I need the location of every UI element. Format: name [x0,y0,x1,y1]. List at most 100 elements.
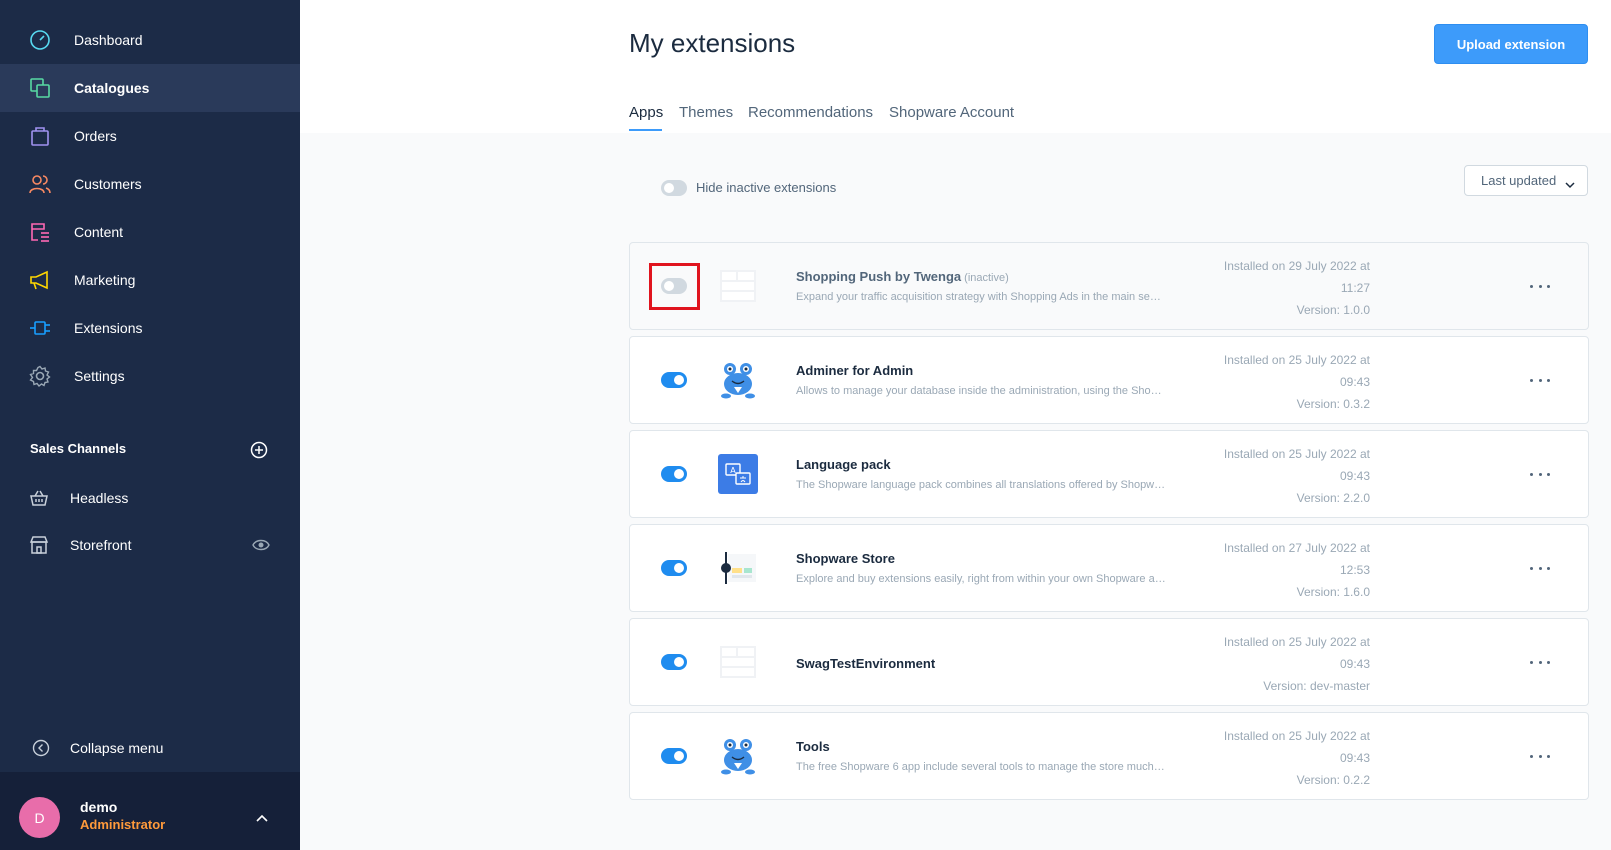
installed-date: Installed on 25 July 2022 at [1223,447,1370,461]
frog-icon [718,360,758,400]
orders-icon [29,125,51,147]
chevron-down-icon [1565,177,1575,189]
tab-recommendations[interactable]: Recommendations [748,104,873,121]
nav-item-content[interactable]: Content [0,208,300,256]
installed-time: 09:43 [1339,469,1370,483]
more-actions-button[interactable] [1530,279,1550,293]
more-actions-button[interactable] [1530,467,1550,481]
extension-name: Shopware Store [796,551,895,566]
sales-channel-label: Storefront [70,537,132,553]
nav-item-dashboard[interactable]: Dashboard [0,16,300,64]
nav-label: Dashboard [74,32,143,48]
more-actions-button[interactable] [1530,655,1550,669]
nav-label: Content [74,224,124,240]
marketing-icon [29,269,51,291]
extension-active-toggle[interactable] [661,748,687,764]
customers-icon [29,173,51,195]
user-role: Administrator [80,817,166,832]
extension-meta: Installed on 27 July 2022 at 12:53 Versi… [1190,537,1370,603]
nav-item-settings[interactable]: Settings [0,352,300,400]
extension-name: Adminer for Admin [796,363,914,378]
extension-name: Shopping Push by Twenga (inactive) [796,269,1009,284]
nav-item-orders[interactable]: Orders [0,112,300,160]
extension-description: Expand your traffic acquisition strategy… [796,291,1166,303]
extension-version: Version: 0.2.2 [1296,773,1370,787]
nav-label: Extensions [74,320,143,336]
extension-card: Shopping Push by Twenga (inactive) Expand… [629,242,1589,330]
extension-card: Tools The free Shopware 6 app include se… [629,712,1589,800]
eye-icon[interactable] [252,538,270,552]
page-header: My extensions Upload extension Apps Them… [300,0,1611,133]
collapse-menu-label: Collapse menu [70,740,164,756]
extension-card: Adminer for Admin Allows to manage your … [629,336,1589,424]
highlight-box [649,263,700,310]
extension-name: SwagTestEnvironment [796,656,936,671]
hide-inactive-label: Hide inactive extensions [696,180,837,195]
avatar: D [19,797,60,838]
store-icon [718,548,758,588]
page-title: My extensions [629,28,796,58]
extension-description: Explore and buy extensions easily, right… [796,573,1166,585]
installed-time: 12:53 [1339,563,1370,577]
sales-channels-title: Sales Channels [30,441,127,456]
extension-description: The free Shopware 6 app include several … [796,761,1166,773]
extension-card: SwagTestEnvironment Installed on 25 July… [629,618,1589,706]
content-icon [29,221,51,243]
extension-name-text: Shopping Push by Twenga [796,269,962,284]
add-sales-channel-icon[interactable] [250,441,268,459]
upload-extension-button[interactable]: Upload extension [1434,24,1588,64]
inactive-tag: (inactive) [964,272,1009,284]
extension-version: Version: dev-master [1263,679,1370,693]
chevron-left-circle-icon [30,737,52,759]
installed-time: 09:43 [1339,751,1370,765]
extension-meta: Installed on 25 July 2022 at 09:43 Versi… [1190,725,1370,791]
installed-time: 11:27 [1340,281,1370,295]
settings-icon [29,365,51,387]
extension-version: Version: 2.2.0 [1296,491,1370,505]
user-name: demo [80,799,118,815]
extension-active-toggle[interactable] [661,466,687,482]
tab-apps[interactable]: Apps [629,104,663,121]
language-icon: A [718,454,758,494]
extensions-icon [29,317,51,339]
sort-select[interactable]: Last updated [1464,165,1588,196]
placeholder-icon [718,642,758,682]
installed-time: 09:43 [1339,375,1370,389]
chevron-up-icon[interactable] [255,810,269,822]
sidebar: Dashboard Catalogues Orders Customers Co… [0,0,300,850]
tab-themes[interactable]: Themes [679,104,733,121]
nav-item-marketing[interactable]: Marketing [0,256,300,304]
active-tab-indicator [629,129,662,131]
sales-channel-label: Headless [70,490,129,506]
sort-select-value: Last updated [1481,173,1557,188]
extension-meta: Installed on 29 July 2022 at 11:27 Versi… [1190,255,1370,321]
extension-active-toggle[interactable] [661,654,687,670]
extension-active-toggle[interactable] [661,372,687,388]
nav-label: Marketing [74,272,136,288]
collapse-menu-button[interactable]: Collapse menu [0,730,300,766]
sales-channel-headless[interactable]: Headless [0,476,300,520]
extension-name: Language pack [796,457,891,472]
extension-description: The Shopware language pack combines all … [796,479,1166,491]
nav-label: Settings [74,368,125,384]
more-actions-button[interactable] [1530,373,1550,387]
tab-shopware-account[interactable]: Shopware Account [889,104,1014,121]
nav-label: Customers [74,176,142,192]
nav-item-catalogues[interactable]: Catalogues [0,64,300,112]
sales-channel-storefront[interactable]: Storefront [0,523,300,567]
extension-meta: Installed on 25 July 2022 at 09:43 Versi… [1190,349,1370,415]
basket-icon [28,487,50,509]
nav-item-customers[interactable]: Customers [0,160,300,208]
more-actions-button[interactable] [1530,749,1550,763]
frog-icon [718,736,758,776]
extension-card: Shopware Store Explore and buy extension… [629,524,1589,612]
nav-item-extensions[interactable]: Extensions [0,304,300,352]
installed-date: Installed on 25 July 2022 at [1223,729,1370,743]
user-menu[interactable]: D demo Administrator [0,772,300,850]
dashboard-icon [29,29,51,51]
extension-meta: Installed on 25 July 2022 at 09:43 Versi… [1190,631,1370,697]
extension-active-toggle[interactable] [661,560,687,576]
more-actions-button[interactable] [1530,561,1550,575]
hide-inactive-toggle[interactable] [661,180,687,196]
installed-date: Installed on 25 July 2022 at [1223,353,1370,367]
